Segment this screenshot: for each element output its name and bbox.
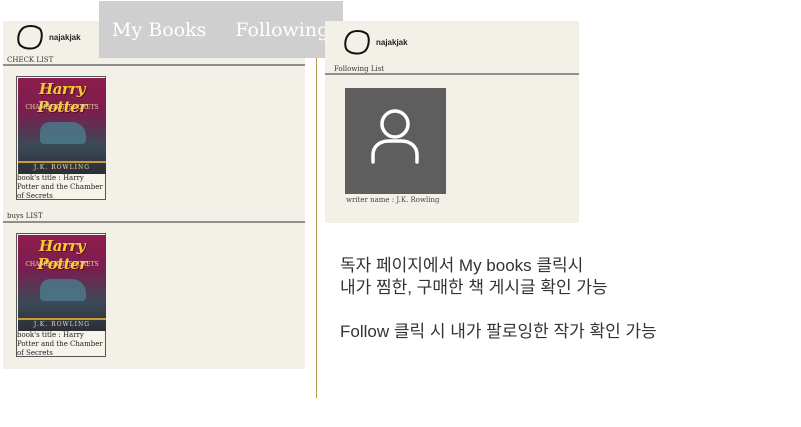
book-card[interactable]: Harry Potter CHAMBER of SECRETS J.K. ROW… bbox=[16, 233, 106, 357]
tab-my-books[interactable]: My Books bbox=[112, 19, 206, 41]
following-list-label: Following List bbox=[334, 65, 385, 73]
cover-author: J.K. ROWLING bbox=[33, 164, 91, 171]
book-cover: Harry Potter CHAMBER of SECRETS J.K. ROW… bbox=[18, 235, 106, 331]
username: najakjak bbox=[49, 32, 81, 42]
cover-band bbox=[18, 161, 106, 163]
note-line-2: 내가 찜한, 구매한 책 게시글 확인 가능 bbox=[340, 278, 608, 297]
cover-author: J.K. ROWLING bbox=[33, 321, 91, 328]
avatar-blob-icon bbox=[17, 25, 43, 50]
tab-bar: My Books Following bbox=[99, 1, 343, 58]
book-title-caption: book's title : Harry Potter and the Cham… bbox=[17, 331, 103, 357]
book-card[interactable]: Harry Potter CHAMBER of SECRETS J.K. ROW… bbox=[16, 76, 106, 200]
book-title-caption: book's title : Harry Potter and the Cham… bbox=[17, 174, 103, 200]
user-icon bbox=[371, 109, 419, 164]
cover-subtitle: CHAMBER of SECRETS bbox=[25, 261, 99, 268]
check-list-label: CHECK LIST bbox=[7, 56, 54, 64]
writer-name-caption: writer name : J.K. Rowling bbox=[346, 196, 440, 204]
my-books-panel: najakjak CHECK LIST Harry Potter CHAMBER… bbox=[3, 21, 305, 369]
cover-band bbox=[18, 318, 106, 320]
profile-header[interactable]: najakjak bbox=[343, 29, 408, 55]
cover-subtitle: CHAMBER of SECRETS bbox=[25, 104, 99, 111]
profile-header[interactable]: najakjak bbox=[16, 24, 81, 50]
note-line-3: Follow 클릭 시 내가 팔로잉한 작가 확인 가능 bbox=[340, 322, 657, 341]
writer-card[interactable] bbox=[345, 88, 446, 194]
buys-list-label: buys LIST bbox=[7, 212, 43, 220]
note-line-1: 독자 페이지에서 My books 클릭시 bbox=[340, 256, 584, 275]
username: najakjak bbox=[376, 37, 408, 47]
cover-art bbox=[40, 122, 86, 144]
buys-list-divider bbox=[3, 221, 305, 223]
book-cover: Harry Potter CHAMBER of SECRETS J.K. ROW… bbox=[18, 78, 106, 174]
cover-art bbox=[40, 279, 86, 301]
following-list-divider bbox=[325, 73, 579, 75]
tab-following[interactable]: Following bbox=[235, 19, 329, 41]
avatar-blob-icon bbox=[344, 30, 370, 55]
vertical-divider bbox=[316, 58, 317, 398]
check-list-divider bbox=[3, 64, 305, 66]
